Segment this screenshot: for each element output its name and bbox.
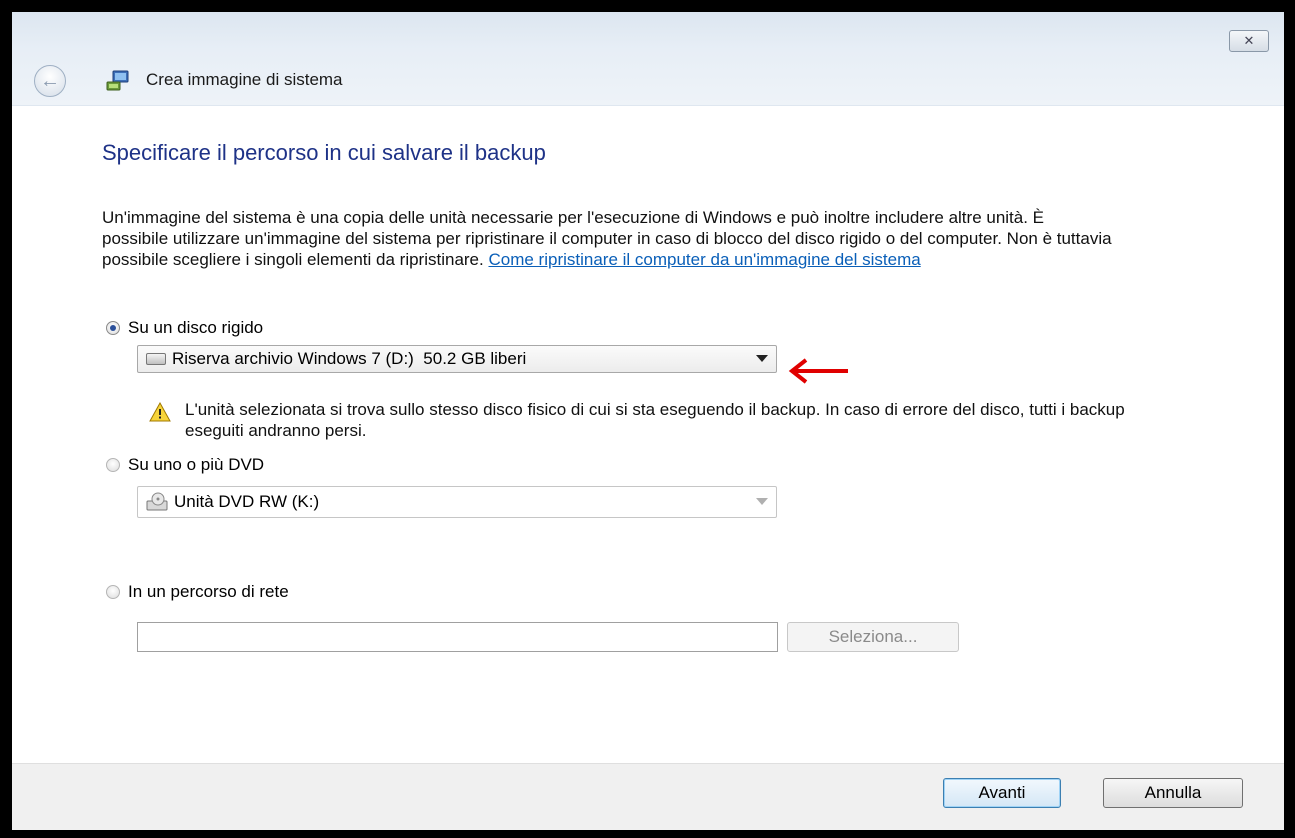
title-bar: ✕ ← Crea immagine di sistema [12, 12, 1284, 106]
radio-network[interactable] [106, 585, 120, 599]
wizard-window: ✕ ← Crea immagine di sistema Specificare… [12, 12, 1284, 830]
warning-triangle-icon [149, 402, 171, 422]
close-icon: ✕ [1243, 33, 1255, 48]
back-arrow-icon: ← [40, 69, 60, 92]
option-network[interactable]: In un percorso di rete [106, 582, 289, 602]
option-hard-disk[interactable]: Su un disco rigido [106, 318, 263, 338]
dvd-dropdown[interactable]: Unità DVD RW (K:) [137, 486, 777, 518]
system-image-icon [106, 70, 129, 91]
help-link[interactable]: Come ripristinare il computer da un'imma… [488, 250, 920, 269]
cancel-button[interactable]: Annulla [1103, 778, 1243, 808]
page-heading: Specificare il percorso in cui salvare i… [102, 140, 546, 165]
next-button[interactable]: Avanti [943, 778, 1061, 808]
close-button[interactable]: ✕ [1229, 30, 1269, 52]
hard-drive-icon [146, 353, 166, 365]
radio-dvd[interactable] [106, 458, 120, 472]
window-title: Crea immagine di sistema [146, 70, 343, 89]
select-network-button[interactable]: Seleziona... [787, 622, 959, 652]
dvd-drive-icon [146, 492, 168, 511]
option-dvd[interactable]: Su uno o più DVD [106, 455, 264, 475]
network-path-input[interactable] [137, 622, 778, 652]
radio-hard-disk[interactable] [106, 321, 120, 335]
red-arrow-icon [788, 358, 848, 384]
option-network-label: In un percorso di rete [128, 582, 289, 601]
dvd-dropdown-value: Unità DVD RW (K:) [174, 492, 320, 511]
footer-bar [12, 763, 1284, 830]
description-text: Un'immagine del sistema è una copia dell… [102, 207, 1112, 270]
chevron-down-icon[interactable] [756, 355, 768, 362]
warning-message: L'unità selezionata si trova sullo stess… [185, 400, 1125, 440]
option-dvd-label: Su uno o più DVD [128, 455, 265, 474]
hard-disk-dropdown[interactable]: Riserva archivio Windows 7 (D:) 50.2 GB … [137, 345, 777, 373]
option-hard-disk-label: Su un disco rigido [128, 318, 264, 337]
hard-disk-dropdown-value: Riserva archivio Windows 7 (D:) 50.2 GB … [172, 349, 527, 368]
back-button[interactable]: ← [34, 65, 66, 97]
chevron-down-icon[interactable] [756, 498, 768, 505]
